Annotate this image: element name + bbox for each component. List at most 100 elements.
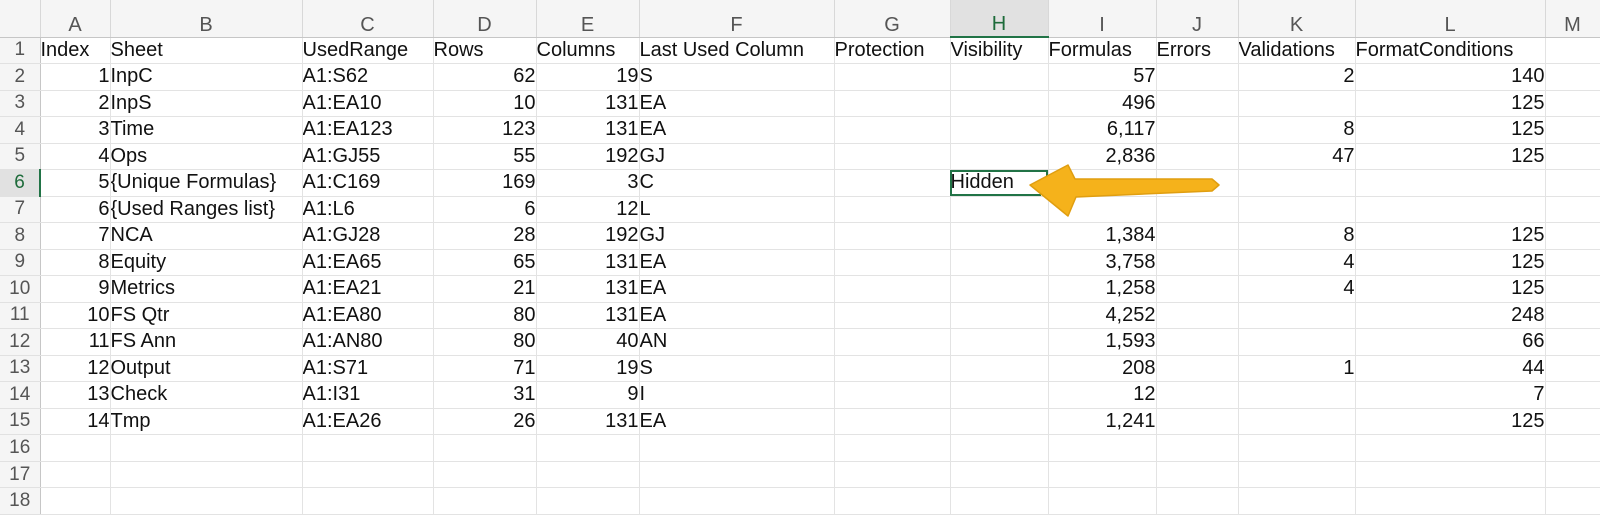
cell-B9[interactable]: Equity [110, 249, 303, 277]
cell-K3[interactable] [1238, 90, 1356, 118]
cell-F2[interactable]: S [639, 63, 835, 91]
row-header-1[interactable]: 1 [0, 37, 41, 65]
cell-E17[interactable] [536, 461, 640, 489]
cell-C14[interactable]: A1:I31 [302, 381, 434, 409]
cell-B2[interactable]: InpC [110, 63, 303, 91]
cell-E7[interactable]: 12 [536, 196, 640, 224]
cell-L13[interactable]: 44 [1355, 355, 1546, 383]
column-header-c[interactable]: C [302, 0, 434, 38]
cell-E16[interactable] [536, 434, 640, 462]
cell-H17[interactable] [950, 461, 1049, 489]
cell-K15[interactable] [1238, 408, 1356, 436]
cell-I13[interactable]: 208 [1048, 355, 1157, 383]
cell-L12[interactable]: 66 [1355, 328, 1546, 356]
cell-C7[interactable]: A1:L6 [302, 196, 434, 224]
cell-H9[interactable] [950, 249, 1049, 277]
row-header-9[interactable]: 9 [0, 249, 41, 277]
cell-M13[interactable] [1545, 355, 1600, 383]
cell-E1[interactable]: Columns [536, 37, 640, 65]
cell-A4[interactable]: 3 [40, 116, 111, 144]
column-header-l[interactable]: L [1355, 0, 1546, 38]
cell-F1[interactable]: Last Used Column [639, 37, 835, 65]
cell-J15[interactable] [1156, 408, 1239, 436]
cell-M10[interactable] [1545, 275, 1600, 303]
cell-C8[interactable]: A1:GJ28 [302, 222, 434, 250]
cell-B10[interactable]: Metrics [110, 275, 303, 303]
cell-E15[interactable]: 131 [536, 408, 640, 436]
cell-M2[interactable] [1545, 63, 1600, 91]
cell-B1[interactable]: Sheet [110, 37, 303, 65]
cell-K7[interactable] [1238, 196, 1356, 224]
row-header-5[interactable]: 5 [0, 143, 41, 171]
cell-H13[interactable] [950, 355, 1049, 383]
cell-I18[interactable] [1048, 487, 1157, 515]
cell-A8[interactable]: 7 [40, 222, 111, 250]
row-header-13[interactable]: 13 [0, 355, 41, 383]
cell-D16[interactable] [433, 434, 537, 462]
cell-J2[interactable] [1156, 63, 1239, 91]
cell-D9[interactable]: 65 [433, 249, 537, 277]
cell-I9[interactable]: 3,758 [1048, 249, 1157, 277]
cell-K12[interactable] [1238, 328, 1356, 356]
row-header-6[interactable]: 6 [0, 169, 41, 197]
cell-J11[interactable] [1156, 302, 1239, 330]
cell-J17[interactable] [1156, 461, 1239, 489]
cell-D1[interactable]: Rows [433, 37, 537, 65]
cell-J1[interactable]: Errors [1156, 37, 1239, 65]
cell-B4[interactable]: Time [110, 116, 303, 144]
cell-K17[interactable] [1238, 461, 1356, 489]
cell-M14[interactable] [1545, 381, 1600, 409]
column-header-f[interactable]: F [639, 0, 835, 38]
cell-B6[interactable]: {Unique Formulas} [110, 169, 303, 197]
cell-K4[interactable]: 8 [1238, 116, 1356, 144]
cell-G3[interactable] [834, 90, 951, 118]
cell-D15[interactable]: 26 [433, 408, 537, 436]
cell-G11[interactable] [834, 302, 951, 330]
cell-F17[interactable] [639, 461, 835, 489]
cell-D6[interactable]: 169 [433, 169, 537, 197]
column-header-j[interactable]: J [1156, 0, 1239, 38]
cell-E18[interactable] [536, 487, 640, 515]
cell-M11[interactable] [1545, 302, 1600, 330]
cell-J14[interactable] [1156, 381, 1239, 409]
cell-E4[interactable]: 131 [536, 116, 640, 144]
cell-M16[interactable] [1545, 434, 1600, 462]
cell-C10[interactable]: A1:EA21 [302, 275, 434, 303]
cell-L9[interactable]: 125 [1355, 249, 1546, 277]
column-header-m[interactable]: M [1545, 0, 1600, 38]
cell-B13[interactable]: Output [110, 355, 303, 383]
cell-M15[interactable] [1545, 408, 1600, 436]
cell-K1[interactable]: Validations [1238, 37, 1356, 65]
cell-A14[interactable]: 13 [40, 381, 111, 409]
cell-F11[interactable]: EA [639, 302, 835, 330]
row-header-4[interactable]: 4 [0, 116, 41, 144]
cell-I15[interactable]: 1,241 [1048, 408, 1157, 436]
cell-C6[interactable]: A1:C169 [302, 169, 434, 197]
cell-K18[interactable] [1238, 487, 1356, 515]
cell-A9[interactable]: 8 [40, 249, 111, 277]
cell-L6[interactable] [1355, 169, 1546, 197]
cell-K16[interactable] [1238, 434, 1356, 462]
cell-H3[interactable] [950, 90, 1049, 118]
cell-A1[interactable]: Index [40, 37, 111, 65]
cell-D5[interactable]: 55 [433, 143, 537, 171]
cell-G2[interactable] [834, 63, 951, 91]
cell-C13[interactable]: A1:S71 [302, 355, 434, 383]
cell-B5[interactable]: Ops [110, 143, 303, 171]
cell-G4[interactable] [834, 116, 951, 144]
row-header-7[interactable]: 7 [0, 196, 41, 224]
cell-G16[interactable] [834, 434, 951, 462]
cell-D2[interactable]: 62 [433, 63, 537, 91]
cell-I10[interactable]: 1,258 [1048, 275, 1157, 303]
cell-G17[interactable] [834, 461, 951, 489]
cell-H7[interactable] [950, 196, 1049, 224]
cell-F12[interactable]: AN [639, 328, 835, 356]
cell-G12[interactable] [834, 328, 951, 356]
cell-L2[interactable]: 140 [1355, 63, 1546, 91]
column-header-h[interactable]: H [950, 0, 1049, 38]
cell-F6[interactable]: C [639, 169, 835, 197]
cell-F4[interactable]: EA [639, 116, 835, 144]
row-header-11[interactable]: 11 [0, 302, 41, 330]
cell-J18[interactable] [1156, 487, 1239, 515]
cell-A11[interactable]: 10 [40, 302, 111, 330]
